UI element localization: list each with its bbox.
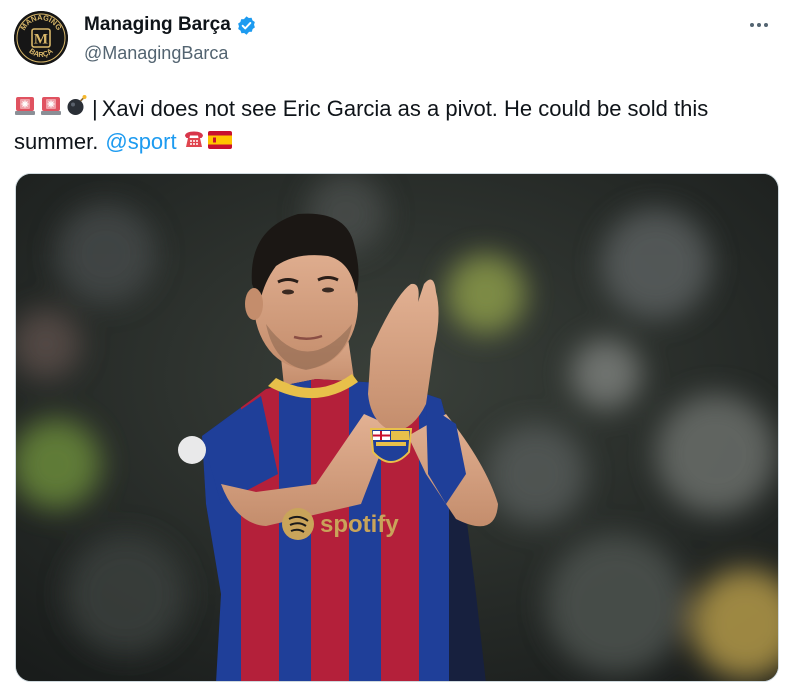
verified-badge-icon <box>236 15 257 36</box>
more-options-icon[interactable] <box>744 15 774 35</box>
tweet-media-photo[interactable]: spotify <box>15 173 779 682</box>
shirt-sponsor-text: spotify <box>320 511 399 538</box>
tweet-text: | Xavi does not see Eric Garcia as a piv… <box>14 92 782 158</box>
rotating-light-icon <box>14 92 36 125</box>
tweet-line-1-text: Xavi does not see Eric Garcia as a pivot… <box>101 96 709 121</box>
mention-link[interactable]: @sport <box>105 125 176 158</box>
tweet-separator: | <box>92 96 98 121</box>
telephone-icon <box>183 125 205 158</box>
spotify-logo-icon <box>282 508 314 540</box>
barcelona-crest-icon <box>369 428 413 463</box>
tweet-line-1: | Xavi does not see Eric Garcia as a piv… <box>14 92 782 125</box>
spain-flag-icon <box>207 125 232 158</box>
bomb-icon <box>66 92 88 125</box>
author-name-row[interactable]: Managing Barça <box>84 12 257 38</box>
rotating-light-icon <box>40 92 62 125</box>
author-handle[interactable]: @ManagingBarca <box>84 43 228 64</box>
author-display-name[interactable]: Managing Barça <box>84 14 231 36</box>
avatar[interactable]: MANAGING BARÇA M <box>14 11 68 65</box>
avatar-monogram: M <box>34 32 48 48</box>
tweet-line-2-text: summer. <box>14 129 99 154</box>
tweet-line-2: summer. @sport <box>14 125 782 158</box>
